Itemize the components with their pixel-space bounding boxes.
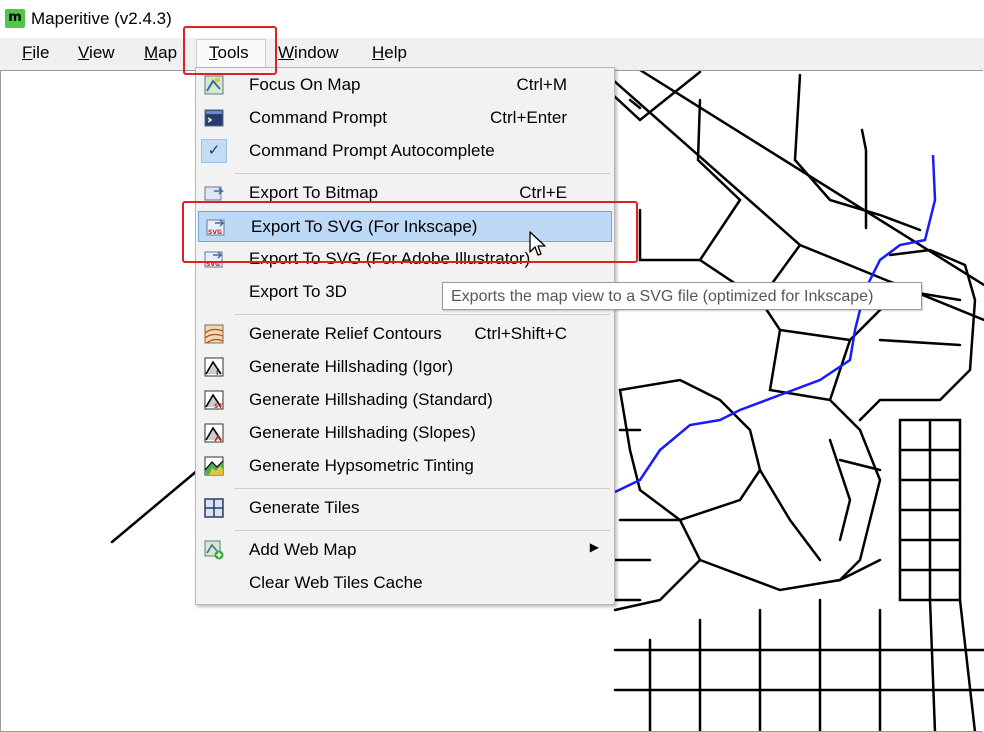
hillshade-icon — [204, 423, 224, 443]
web-map-icon — [204, 540, 224, 560]
menu-bar: File View Map Tools Window Help — [0, 38, 984, 71]
menu-item-hillshading-standard[interactable]: ST Generate Hillshading (Standard) — [197, 385, 613, 415]
menu-item-label: Clear Web Tiles Cache — [249, 573, 423, 592]
menu-item-label: Generate Hillshading (Slopes) — [249, 423, 476, 442]
menu-tools[interactable]: Tools — [205, 43, 253, 63]
menu-map[interactable]: Map — [140, 43, 181, 63]
menu-item-shortcut: Ctrl+Shift+C — [474, 324, 567, 343]
menu-item-generate-relief-contours[interactable]: Generate Relief Contours Ctrl+Shift+C — [197, 319, 613, 349]
menu-item-shortcut: Ctrl+Enter — [490, 108, 567, 127]
menu-item-label: Generate Tiles — [249, 498, 360, 517]
menu-item-label: Command Prompt — [249, 108, 387, 127]
hillshade-icon: ST — [204, 390, 224, 410]
menu-view-label: iew — [89, 43, 115, 62]
menu-item-label: Export To SVG (For Inkscape) — [251, 217, 478, 236]
map-road — [928, 598, 937, 732]
map-road — [638, 208, 702, 262]
mouse-cursor-icon — [529, 231, 546, 256]
console-icon — [204, 109, 224, 127]
menu-file-label: ile — [32, 43, 50, 62]
menu-item-shortcut: Ctrl+E — [519, 183, 567, 202]
menu-item-clear-web-tiles-cache[interactable]: Clear Web Tiles Cache — [197, 568, 613, 598]
menu-item-label: Generate Hillshading (Igor) — [249, 357, 454, 376]
menu-window-label: indow — [294, 43, 339, 62]
map-road — [638, 70, 984, 287]
menu-separator — [234, 530, 610, 531]
map-road — [828, 438, 852, 542]
menu-item-export-svg-inkscape[interactable]: SVG Export To SVG (For Inkscape) — [198, 211, 612, 242]
menu-item-command-prompt-autocomplete[interactable]: ✓ Command Prompt Autocomplete — [197, 136, 613, 166]
svg-icon-text: SVG — [206, 261, 220, 268]
menu-item-shortcut: Ctrl+M — [516, 75, 567, 94]
svg-export-icon: SVG — [206, 219, 225, 236]
menu-item-label: Focus On Map — [249, 75, 361, 94]
hillshade-icon: I — [204, 357, 224, 377]
map-road — [860, 128, 868, 230]
menu-item-focus-on-map[interactable]: Focus On Map Ctrl+M — [197, 70, 613, 100]
menu-item-hypsometric-tinting[interactable]: Generate Hypsometric Tinting — [197, 451, 613, 481]
svg-icon-text: SVG — [208, 229, 222, 236]
map-focus-icon — [204, 75, 224, 95]
svg-text:I: I — [216, 369, 219, 377]
menu-item-hillshading-igor[interactable]: I Generate Hillshading (Igor) — [197, 352, 613, 382]
menu-item-label: Export To 3D — [249, 282, 347, 301]
submenu-arrow-icon: ▶ — [589, 540, 599, 554]
svg-text:ST: ST — [214, 403, 223, 410]
menu-item-label: Export To Bitmap — [249, 183, 379, 202]
bitmap-export-icon — [204, 186, 224, 201]
map-road — [878, 338, 962, 347]
svg-export-icon: SVG — [204, 251, 223, 268]
menu-item-export-to-bitmap[interactable]: Export To Bitmap Ctrl+E — [197, 178, 613, 208]
menu-item-label: Generate Hypsometric Tinting — [249, 456, 474, 475]
tooltip: Exports the map view to a SVG file (opti… — [442, 282, 922, 310]
menu-view[interactable]: View — [74, 43, 119, 63]
menu-item-label: Generate Hillshading (Standard) — [249, 390, 493, 409]
checkmark-icon: ✓ — [201, 139, 227, 163]
map-road — [613, 518, 702, 612]
map-road — [958, 598, 977, 732]
menu-tools-label: ools — [217, 43, 249, 62]
app-logo-icon: m — [5, 9, 25, 28]
menu-file[interactable]: File — [18, 43, 53, 63]
menu-item-label: Generate Relief Contours — [249, 324, 442, 343]
hypsometric-icon — [204, 456, 224, 476]
contours-icon — [204, 324, 224, 344]
menu-window[interactable]: Window — [274, 43, 342, 63]
menu-separator — [234, 173, 610, 174]
map-road — [110, 468, 200, 544]
map-road — [758, 468, 822, 562]
menu-map-label: ap — [158, 43, 178, 62]
title-bar: m Maperitive (v2.4.3) — [0, 0, 984, 38]
menu-item-generate-tiles[interactable]: Generate Tiles — [197, 493, 613, 523]
menu-item-command-prompt[interactable]: Command Prompt Ctrl+Enter — [197, 103, 613, 133]
tools-dropdown-menu: Focus On Map Ctrl+M Command Prompt Ctrl+… — [195, 67, 615, 605]
map-road — [618, 378, 762, 522]
menu-help[interactable]: Help — [368, 43, 411, 63]
window-title: Maperitive (v2.4.3) — [31, 9, 172, 28]
menu-separator — [234, 488, 610, 489]
map-road — [768, 328, 852, 402]
menu-item-export-svg-illustrator[interactable]: SVG Export To SVG (For Adobe Illustrator… — [197, 244, 613, 274]
tiles-icon — [204, 498, 224, 518]
menu-item-label: Export To SVG (For Adobe Illustrator) — [249, 249, 531, 268]
menu-help-label: elp — [384, 43, 407, 62]
menu-item-add-web-map[interactable]: Add Web Map ▶ — [197, 535, 613, 565]
menu-separator — [234, 314, 610, 315]
menu-item-hillshading-slopes[interactable]: Generate Hillshading (Slopes) — [197, 418, 613, 448]
map-road — [698, 558, 882, 592]
menu-item-label: Command Prompt Autocomplete — [249, 141, 495, 160]
menu-item-label: Add Web Map — [249, 540, 357, 559]
map-road — [828, 398, 882, 582]
